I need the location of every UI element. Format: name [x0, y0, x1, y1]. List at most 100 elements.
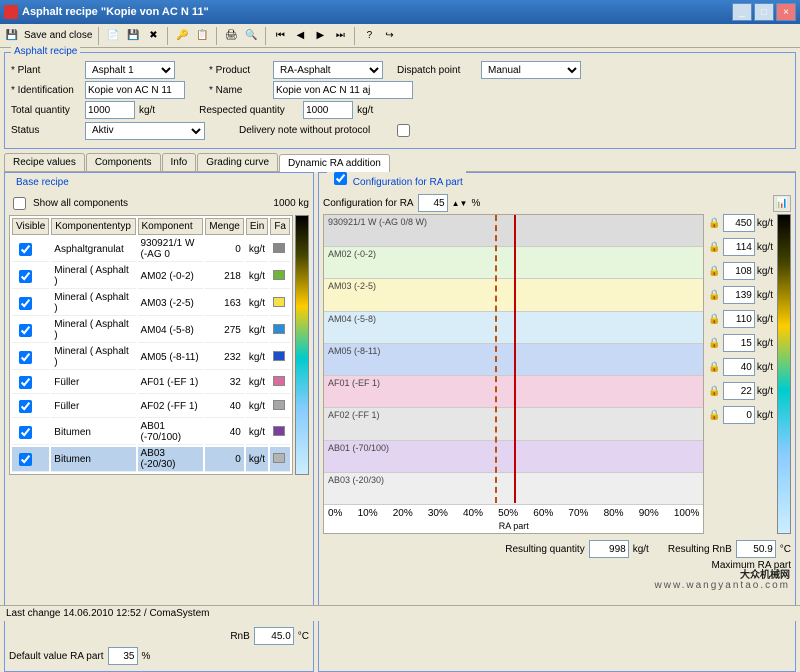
cfg-input[interactable]: [418, 194, 448, 212]
save-close-label[interactable]: Save and close: [24, 30, 92, 41]
band-value-input[interactable]: [723, 358, 755, 376]
prev-icon[interactable]: ◀: [292, 28, 308, 44]
tab-components[interactable]: Components: [86, 153, 161, 171]
table-row[interactable]: BitumenAB01 (-70/100)40kg/t: [12, 420, 290, 445]
lock-icon[interactable]: 🔒: [708, 290, 720, 301]
col-menge[interactable]: Menge: [205, 218, 244, 235]
save-close-icon[interactable]: 💾: [4, 28, 20, 44]
default-ra-label: Default value RA part: [9, 651, 104, 662]
print-icon[interactable]: 🖨: [223, 28, 239, 44]
col-fa[interactable]: Fa: [270, 218, 290, 235]
table-row[interactable]: Asphaltgranulat930921/1 W (-AG 00kg/t: [12, 237, 290, 262]
col-component[interactable]: Komponent: [138, 218, 204, 235]
totalqty-unit: kg/t: [139, 105, 155, 116]
product-select[interactable]: RA-Asphalt: [273, 61, 383, 79]
table-row[interactable]: Mineral ( Asphalt )AM05 (-8-11)232kg/t: [12, 345, 290, 370]
ident-input[interactable]: [85, 81, 185, 99]
name-label: * Name: [209, 85, 269, 96]
table-row[interactable]: Mineral ( Asphalt )AM04 (-5-8)275kg/t: [12, 318, 290, 343]
base-recipe-title: Base recipe: [13, 177, 72, 188]
band-value: 🔒kg/t: [708, 214, 773, 232]
row-visible-checkbox[interactable]: [19, 243, 32, 256]
row-visible-checkbox[interactable]: [19, 324, 32, 337]
lock-icon[interactable]: 🔒: [708, 218, 720, 229]
result-values: 🔒kg/t🔒kg/t🔒kg/t🔒kg/t🔒kg/t🔒kg/t🔒kg/t🔒kg/t…: [708, 214, 773, 534]
delivery-note-checkbox[interactable]: [397, 124, 410, 137]
table-row[interactable]: FüllerAF02 (-FF 1)40kg/t: [12, 396, 290, 418]
col-ein[interactable]: Ein: [246, 218, 268, 235]
ident-label: * Identification: [11, 85, 81, 96]
close-button[interactable]: ×: [776, 3, 796, 21]
band-value-input[interactable]: [723, 238, 755, 256]
preview-icon[interactable]: 🔍: [243, 28, 259, 44]
default-ra-input[interactable]: [108, 647, 138, 665]
band-value-input[interactable]: [723, 262, 755, 280]
band-value-input[interactable]: [723, 286, 755, 304]
first-icon[interactable]: ⏮: [272, 28, 288, 44]
watermark-url: www.wangyantao.com: [655, 581, 791, 591]
document-icon[interactable]: 📋: [194, 28, 210, 44]
x-axis-label: RA part: [324, 521, 703, 531]
minimize-button[interactable]: _: [732, 3, 752, 21]
row-visible-checkbox[interactable]: [19, 453, 32, 466]
lock-icon[interactable]: 🔒: [708, 362, 720, 373]
new-icon[interactable]: 📄: [105, 28, 121, 44]
cfg-label: Configuration for RA: [323, 198, 414, 209]
table-row[interactable]: FüllerAF01 (-EF 1)32kg/t: [12, 372, 290, 394]
row-visible-checkbox[interactable]: [19, 376, 32, 389]
band-value: 🔒kg/t: [708, 238, 773, 256]
lock-icon[interactable]: 🔒: [708, 386, 720, 397]
dispatch-label: Dispatch point: [397, 65, 477, 76]
respqty-input[interactable]: [303, 101, 353, 119]
totalqty-input[interactable]: [85, 101, 135, 119]
band-value: 🔒kg/t: [708, 382, 773, 400]
dispatch-select[interactable]: Manual: [481, 61, 581, 79]
lock-icon[interactable]: 🔒: [708, 266, 720, 277]
help-icon[interactable]: ?: [361, 28, 377, 44]
delete-icon[interactable]: ✖: [145, 28, 161, 44]
row-visible-checkbox[interactable]: [19, 270, 32, 283]
band-value-input[interactable]: [723, 310, 755, 328]
plant-select[interactable]: Asphalt 1: [85, 61, 175, 79]
status-label: Status: [11, 125, 81, 136]
gradient-scale-right: [777, 214, 791, 534]
config-checkbox[interactable]: [334, 172, 347, 185]
tab-recipe-values[interactable]: Recipe values: [4, 153, 85, 171]
exit-icon[interactable]: ↪: [381, 28, 397, 44]
status-select[interactable]: Aktiv: [85, 122, 205, 140]
save-icon[interactable]: 💾: [125, 28, 141, 44]
name-input[interactable]: [273, 81, 413, 99]
key-icon[interactable]: 🔑: [174, 28, 190, 44]
show-all-checkbox[interactable]: [13, 197, 26, 210]
lock-icon[interactable]: 🔒: [708, 242, 720, 253]
chart-settings-icon[interactable]: 📊: [773, 195, 791, 212]
row-visible-checkbox[interactable]: [19, 351, 32, 364]
maximize-button[interactable]: □: [754, 3, 774, 21]
band-value-input[interactable]: [723, 406, 755, 424]
lock-icon[interactable]: 🔒: [708, 410, 720, 421]
row-visible-checkbox[interactable]: [19, 426, 32, 439]
col-visible[interactable]: Visible: [12, 218, 49, 235]
table-row[interactable]: Mineral ( Asphalt )AM03 (-2-5)163kg/t: [12, 291, 290, 316]
recipe-group-title: Asphalt recipe: [11, 46, 80, 57]
lock-icon[interactable]: 🔒: [708, 338, 720, 349]
row-visible-checkbox[interactable]: [19, 400, 32, 413]
base-weight: 1000 kg: [273, 198, 309, 209]
band-value-input[interactable]: [723, 382, 755, 400]
base-recipe-panel: Base recipe Show all components 1000 kg …: [4, 172, 314, 672]
last-icon[interactable]: ⏭: [332, 28, 348, 44]
band-value-input[interactable]: [723, 334, 755, 352]
rnb-input[interactable]: [254, 627, 294, 645]
table-row[interactable]: Mineral ( Asphalt )AM02 (-0-2)218kg/t: [12, 264, 290, 289]
ra-chart[interactable]: 930921/1 W (-AG 0/8 W)AM02 (-0-2)AM03 (-…: [323, 214, 704, 534]
table-row[interactable]: BitumenAB03 (-20/30)0kg/t: [12, 447, 290, 472]
tab-dynamic-ra[interactable]: Dynamic RA addition: [279, 154, 390, 172]
col-type[interactable]: Komponententyp: [51, 218, 135, 235]
next-icon[interactable]: ▶: [312, 28, 328, 44]
band-value-input[interactable]: [723, 214, 755, 232]
tab-info[interactable]: Info: [162, 153, 197, 171]
lock-icon[interactable]: 🔒: [708, 314, 720, 325]
tab-grading-curve[interactable]: Grading curve: [197, 153, 278, 171]
row-visible-checkbox[interactable]: [19, 297, 32, 310]
default-ra-unit: %: [142, 651, 151, 662]
